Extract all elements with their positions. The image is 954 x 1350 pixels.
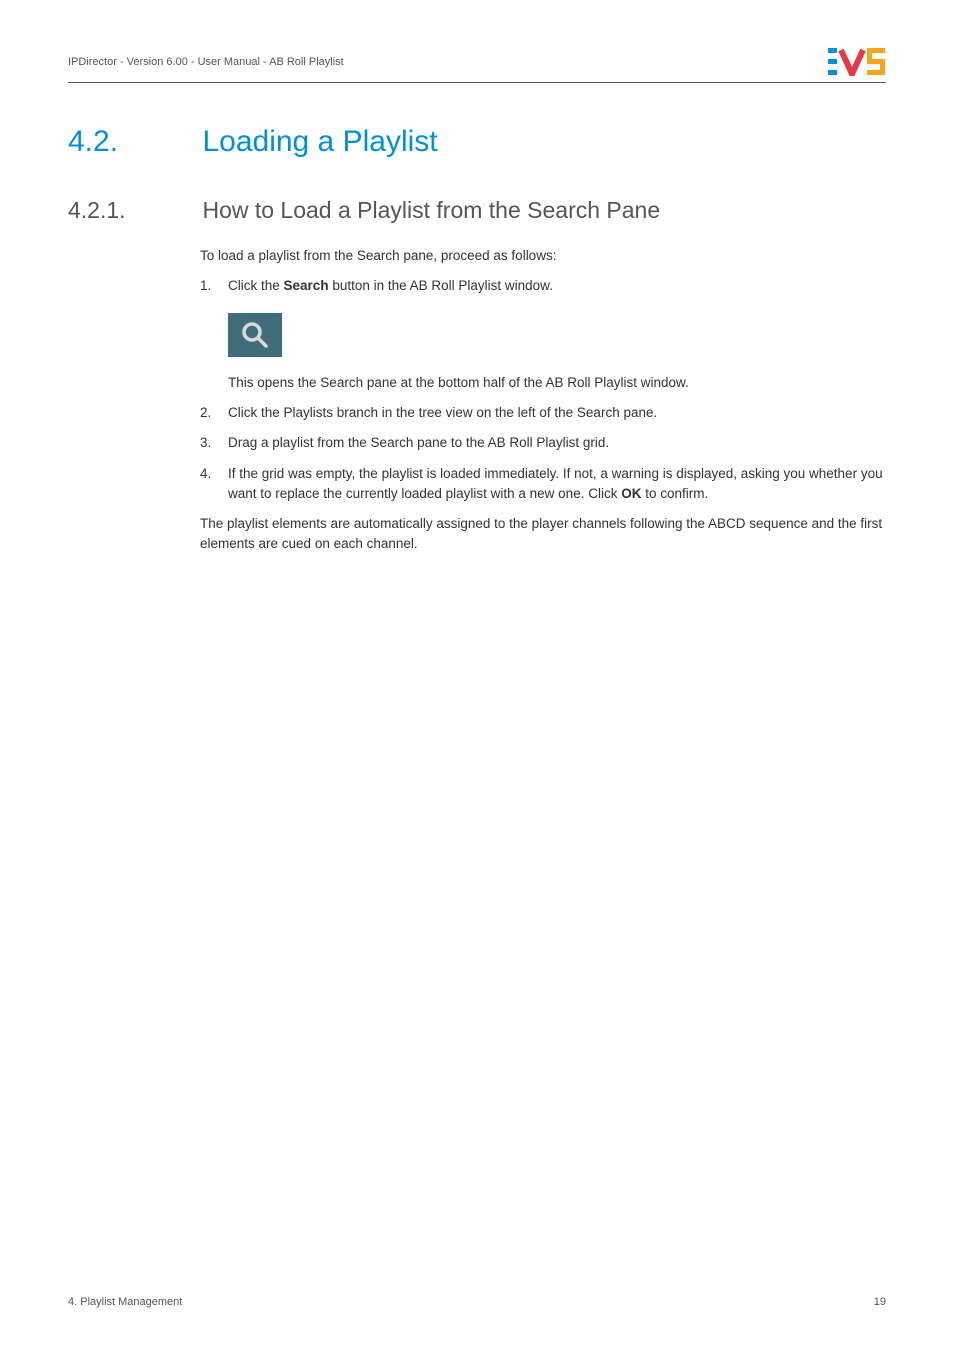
subsection-heading: 4.2.1. How to Load a Playlist from the S… <box>68 197 886 224</box>
step-text: Click the <box>228 278 284 293</box>
section-heading: 4.2. Loading a Playlist <box>68 125 886 159</box>
footer-page-number: 19 <box>874 1296 886 1308</box>
list-number: 1. <box>200 276 211 296</box>
page-header: IPDirector - Version 6.00 - User Manual … <box>68 48 886 83</box>
ok-label-bold: OK <box>621 486 641 501</box>
search-icon <box>240 320 270 350</box>
step-1-result: This opens the Search pane at the bottom… <box>228 373 886 393</box>
step-text: If the grid was empty, the playlist is l… <box>228 466 883 501</box>
step-1: 1. Click the Search button in the AB Rol… <box>200 276 886 393</box>
list-number: 4. <box>200 464 211 484</box>
step-2: 2. Click the Playlists branch in the tre… <box>200 403 886 423</box>
list-number: 3. <box>200 433 211 453</box>
subsection-title: How to Load a Playlist from the Search P… <box>202 197 660 224</box>
step-text: Click the Playlists branch in the tree v… <box>228 405 657 420</box>
search-label-bold: Search <box>284 278 329 293</box>
evs-logo <box>828 48 886 76</box>
list-number: 2. <box>200 403 211 423</box>
footer-chapter: 4. Playlist Management <box>68 1296 182 1308</box>
body-content: To load a playlist from the Search pane,… <box>200 246 886 555</box>
search-button-image <box>228 313 282 357</box>
subsection-number: 4.2.1. <box>68 197 198 224</box>
step-text: to confirm. <box>641 486 708 501</box>
breadcrumb: IPDirector - Version 6.00 - User Manual … <box>68 56 344 68</box>
section-title: Loading a Playlist <box>202 125 437 159</box>
section-number: 4.2. <box>68 125 198 159</box>
step-text: Drag a playlist from the Search pane to … <box>228 435 609 450</box>
step-3: 3. Drag a playlist from the Search pane … <box>200 433 886 453</box>
outro-paragraph: The playlist elements are automatically … <box>200 514 886 555</box>
step-text: button in the AB Roll Playlist window. <box>329 278 553 293</box>
intro-paragraph: To load a playlist from the Search pane,… <box>200 246 886 266</box>
step-4: 4. If the grid was empty, the playlist i… <box>200 464 886 505</box>
page-footer: 4. Playlist Management 19 <box>68 1296 886 1308</box>
